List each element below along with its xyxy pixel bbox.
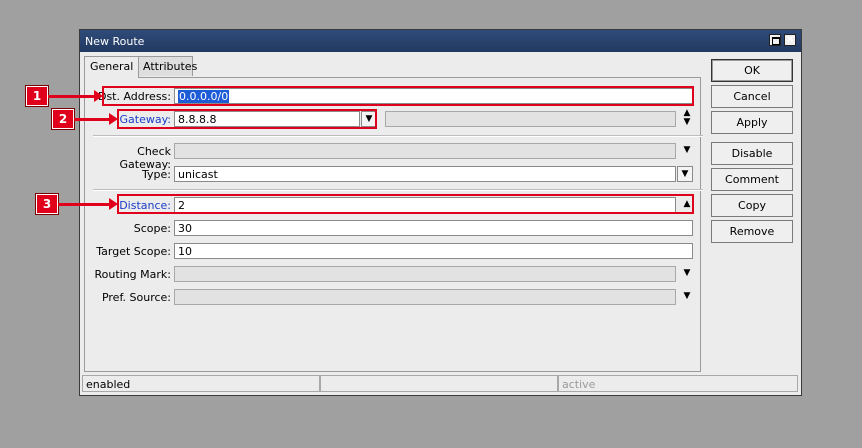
pref-source-input[interactable] bbox=[174, 289, 676, 305]
annotation-badge-1: 1 bbox=[26, 86, 48, 106]
status-enabled: enabled bbox=[82, 375, 320, 392]
disable-button[interactable]: Disable bbox=[711, 142, 793, 165]
cancel-button[interactable]: Cancel bbox=[711, 85, 793, 108]
target-scope-input[interactable]: 10 bbox=[174, 243, 693, 259]
routing-mark-input[interactable] bbox=[174, 266, 676, 282]
routing-mark-dropdown-icon[interactable]: ▼ bbox=[679, 266, 695, 282]
apply-button[interactable]: Apply bbox=[711, 111, 793, 134]
highlight-dst-address bbox=[102, 86, 694, 106]
divider bbox=[93, 135, 703, 137]
scope-label: Scope: bbox=[133, 222, 171, 235]
status-bar: enabled active bbox=[80, 373, 801, 395]
comment-button[interactable]: Comment bbox=[711, 168, 793, 191]
annotation-badge-3: 3 bbox=[36, 194, 58, 214]
updown-icon[interactable]: ▲ ▼ bbox=[679, 109, 695, 127]
pref-source-label: Pref. Source: bbox=[101, 291, 171, 304]
divider bbox=[93, 189, 703, 191]
annotation-arrow-2 bbox=[74, 113, 118, 125]
target-scope-label: Target Scope: bbox=[96, 245, 171, 258]
annotation-arrow-1 bbox=[48, 90, 103, 102]
type-label: Type: bbox=[142, 168, 171, 181]
annotation-arrow-3 bbox=[58, 198, 118, 210]
highlight-gateway bbox=[117, 109, 377, 129]
status-middle bbox=[320, 375, 558, 392]
pref-source-dropdown-icon[interactable]: ▼ bbox=[679, 289, 695, 305]
routing-mark-label: Routing Mark: bbox=[94, 268, 171, 281]
close-icon[interactable]: × bbox=[784, 34, 796, 46]
title-bar[interactable]: New Route × bbox=[80, 30, 801, 52]
tab-attributes[interactable]: Attributes bbox=[137, 56, 197, 76]
check-gateway-input[interactable] bbox=[174, 143, 676, 159]
tab-general[interactable]: General bbox=[84, 56, 140, 78]
highlight-distance bbox=[117, 194, 694, 214]
maximize-icon[interactable] bbox=[769, 34, 781, 46]
remove-button[interactable]: Remove bbox=[711, 220, 793, 243]
window-title: New Route bbox=[85, 35, 145, 48]
status-active: active bbox=[558, 375, 798, 392]
scope-input[interactable]: 30 bbox=[174, 220, 693, 236]
ok-button[interactable]: OK bbox=[711, 59, 793, 82]
check-gateway-dropdown-icon[interactable]: ▼ bbox=[679, 143, 695, 159]
copy-button[interactable]: Copy bbox=[711, 194, 793, 217]
type-select[interactable]: unicast bbox=[174, 166, 676, 182]
type-dropdown-icon[interactable]: ▼ bbox=[677, 166, 693, 182]
annotation-badge-2: 2 bbox=[52, 109, 74, 129]
gateway-extra-input bbox=[385, 111, 676, 127]
